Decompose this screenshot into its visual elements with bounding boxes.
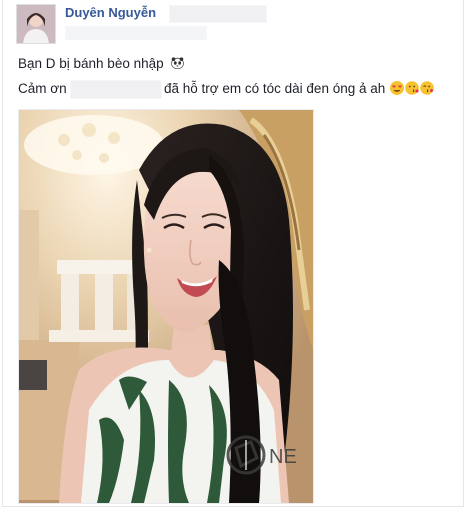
post-card: Duyên Nguyễn Bạn D bị bánh bèo nhập Cảm … [2,0,464,507]
redacted-name [169,5,267,23]
kiss-emoji-icon [405,81,419,95]
redacted-mention [70,80,162,99]
svg-text:NE: NE [269,446,297,468]
post-text-line-2: Cảm ơn [18,81,67,96]
post-text-line-2-suffix: đã hỗ trợ em có tóc dài đen óng ả ah [164,80,434,98]
post-text-line-1: Bạn D bị bánh bèo nhập [18,55,185,73]
heart-eyes-emoji-icon [390,81,405,95]
panda-emoji-icon [171,56,185,70]
watermark-logo: NE [221,430,316,480]
kiss-wink-emoji-icon [420,81,434,95]
author-name[interactable]: Duyên Nguyễn [65,5,156,20]
redacted-timestamp [65,26,207,40]
author-avatar[interactable] [16,4,56,44]
